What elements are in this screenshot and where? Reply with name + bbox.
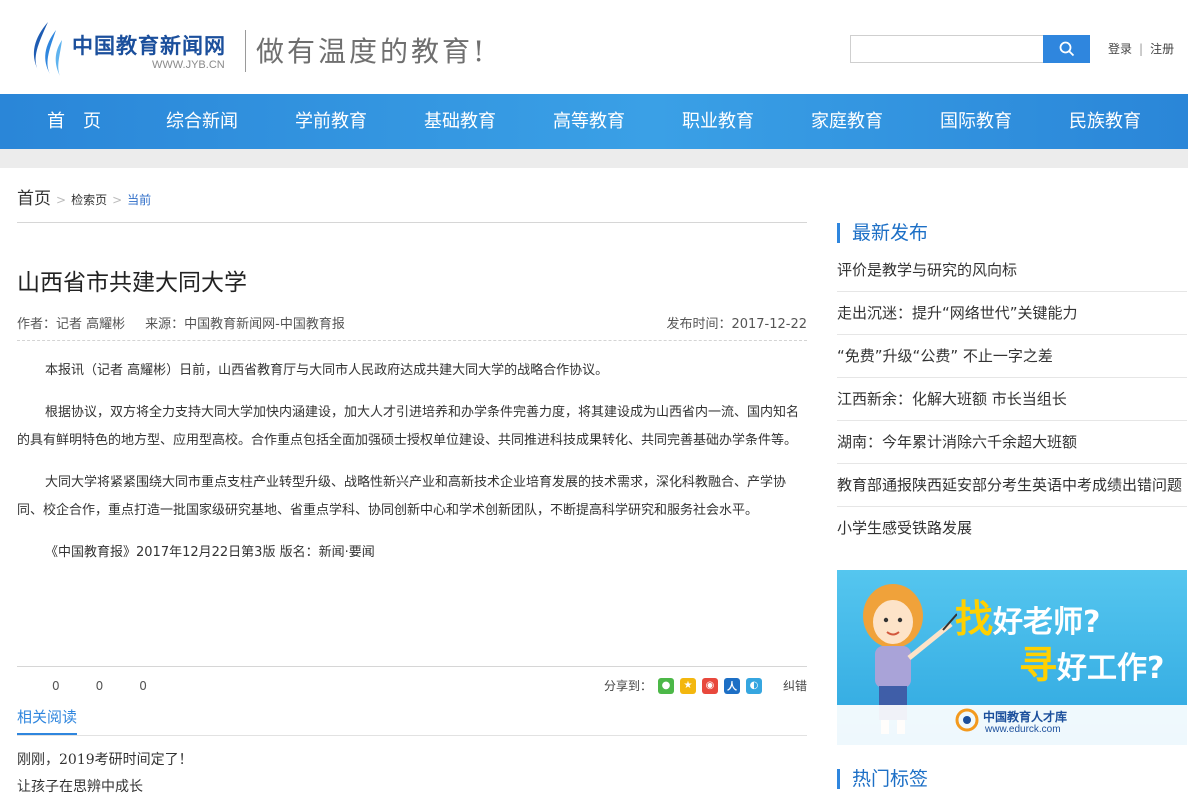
ad-text: 好工作?: [1057, 651, 1165, 686]
renren-icon[interactable]: 人: [724, 677, 741, 694]
site-url: WWW.JYB.CN: [152, 59, 225, 71]
nav-item-basic-education[interactable]: 基础教育: [405, 94, 515, 149]
breadcrumb-search[interactable]: 检索页: [71, 191, 107, 208]
nav-item-general-news[interactable]: 综合新闻: [147, 94, 257, 149]
nav-item-higher-education[interactable]: 高等教育: [534, 94, 644, 149]
article-paragraph: 根据协议，双方将全力支持大同大学加快内涵建设，加大人才引进培养和办学条件完善力度…: [17, 405, 800, 448]
nav-item-vocational[interactable]: 职业教育: [663, 94, 773, 149]
latest-section-title: 最新发布: [837, 223, 928, 243]
chevron-right-icon: >: [56, 193, 67, 207]
nav-item-family[interactable]: 家庭教育: [792, 94, 902, 149]
auth-separator: |: [1139, 42, 1144, 56]
reaction-counts: 0 0 0: [52, 679, 147, 693]
register-link[interactable]: 注册: [1150, 42, 1174, 56]
article-paragraph: 《中国教育报》2017年12月22日第3版 版名：新闻·要闻: [45, 545, 375, 560]
divider: [17, 735, 807, 736]
chevron-right-icon: >: [112, 193, 123, 207]
breadcrumb: 首页 > 检索页 > 当前: [17, 184, 151, 209]
article-title: 山西省市共建大同大学: [17, 270, 247, 296]
talent-pool-logo-icon: [955, 708, 979, 732]
breadcrumb-home[interactable]: 首页: [17, 184, 51, 209]
ad-brand: 中国教育人才库: [983, 710, 1068, 724]
ad-highlight: 找: [955, 597, 994, 641]
site-name[interactable]: 中国教育新闻网: [72, 30, 226, 60]
breadcrumb-current: 当前: [127, 193, 152, 207]
wechat-icon[interactable]: ●: [658, 677, 675, 694]
share-bar: 分享到： ● ★ ◉ 人 ◐: [604, 677, 763, 694]
logo-divider: [245, 30, 246, 72]
related-item[interactable]: 让孩子在思辨中成长: [17, 776, 143, 796]
share-label: 分享到：: [604, 679, 653, 693]
search-input[interactable]: [850, 35, 1044, 63]
flame-logo-icon[interactable]: [26, 20, 66, 78]
latest-item[interactable]: 湖南：今年累计消除六千余超大班额: [837, 421, 1187, 464]
latest-list: 评价是教学与研究的风向标 走出沉迷：提升“网络世代”关键能力 “免费”升级“公费…: [837, 249, 1187, 550]
reaction-count[interactable]: 0: [52, 679, 60, 693]
latest-item[interactable]: 教育部通报陕西延安部分考生英语中考成绩出错问题: [837, 464, 1187, 507]
login-link[interactable]: 登录: [1108, 42, 1132, 56]
nav-shadow-band: [0, 149, 1188, 168]
article-pubdate: 发布时间：2017-12-22: [666, 317, 807, 332]
search-button[interactable]: [1043, 35, 1090, 63]
reaction-count[interactable]: 0: [139, 679, 147, 693]
article-body: 本报讯（记者 高耀彬）日前，山西省教育厅与大同市人民政府达成共建大同大学的战略合…: [17, 357, 807, 581]
article-paragraph: 本报讯（记者 高耀彬）日前，山西省教育厅与大同市人民政府达成共建大同大学的战略合…: [45, 363, 609, 378]
latest-item[interactable]: 走出沉迷：提升“网络世代”关键能力: [837, 292, 1187, 335]
ad-headline-2: 寻好工作?: [1019, 634, 1164, 689]
report-error-link[interactable]: 纠错: [783, 677, 807, 694]
related-item[interactable]: 刚刚，2019考研时间定了！: [17, 749, 193, 769]
tencent-weibo-icon[interactable]: ◐: [746, 677, 763, 694]
article-paragraph: 大同大学将紧紧围绕大同市重点支柱产业转型升级、战略性新兴产业和高新技术企业培育发…: [17, 475, 787, 518]
site-header: 中国教育新闻网 WWW.JYB.CN 做有温度的教育! 登录 | 注册: [0, 0, 1188, 94]
latest-item[interactable]: “免费”升级“公费” 不止一字之差: [837, 335, 1187, 378]
divider: [17, 666, 807, 667]
tab-related-reading[interactable]: 相关阅读: [17, 706, 78, 735]
latest-item[interactable]: 小学生感受铁路发展: [837, 507, 1187, 550]
divider: [17, 222, 807, 223]
ad-url: www.edurck.com: [985, 724, 1061, 735]
dashed-divider: [17, 340, 807, 341]
ad-highlight: 寻: [1019, 643, 1058, 687]
nav-item-preschool[interactable]: 学前教育: [276, 94, 386, 149]
slogan: 做有温度的教育!: [256, 35, 488, 68]
nav-item-home[interactable]: 首 页: [19, 94, 129, 149]
auth-links: 登录 | 注册: [1108, 40, 1174, 57]
article-meta: 作者：记者 高耀彬 来源：中国教育新闻网-中国教育报: [17, 313, 345, 332]
recruitment-ad-banner[interactable]: 找好老师? 寻好工作? 中国教育人才库 www.edurck.com: [837, 570, 1187, 745]
qzone-icon[interactable]: ★: [680, 677, 697, 694]
main-nav: 首 页 综合新闻 学前教育 基础教育 高等教育 职业教育 家庭教育 国际教育 民…: [0, 94, 1188, 149]
hot-tags-title: 热门标签: [837, 769, 928, 789]
weibo-icon[interactable]: ◉: [702, 677, 719, 694]
latest-item[interactable]: 江西新余：化解大班额 市长当组长: [837, 378, 1187, 421]
article-source: 来源：中国教育新闻网-中国教育报: [145, 317, 345, 332]
article-author: 作者：记者 高耀彬: [17, 317, 126, 332]
nav-item-international[interactable]: 国际教育: [921, 94, 1031, 149]
nav-item-ethnic[interactable]: 民族教育: [1050, 94, 1160, 149]
search-icon: [1059, 41, 1074, 57]
reaction-count[interactable]: 0: [96, 679, 104, 693]
latest-item[interactable]: 评价是教学与研究的风向标: [837, 249, 1187, 292]
